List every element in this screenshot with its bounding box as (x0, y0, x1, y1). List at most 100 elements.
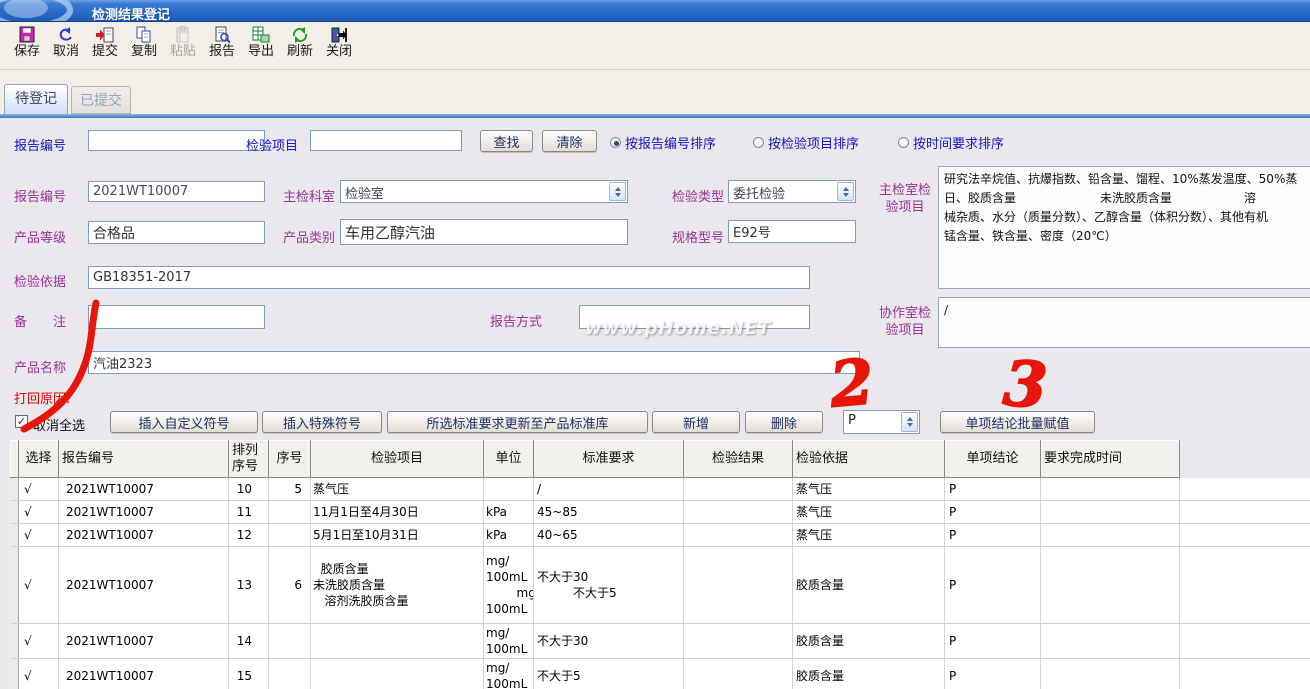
search-report-no-input[interactable] (88, 130, 265, 151)
cell-item[interactable]: 5月1日至10月31日 (311, 524, 484, 547)
cell-item[interactable] (311, 624, 484, 659)
cell-select[interactable]: √ (19, 478, 59, 501)
sort-by-time-radio[interactable]: 按时间要求排序 (898, 133, 1004, 152)
export-button[interactable]: 导出 (242, 24, 280, 68)
sort-by-item-radio[interactable]: 按检验项目排序 (753, 133, 859, 152)
product-grade-input[interactable] (88, 221, 265, 244)
cell-arrange_no[interactable]: 10 (229, 478, 269, 501)
cell-arrange_no[interactable]: 14 (229, 624, 269, 659)
cell-seq_no[interactable] (269, 524, 311, 547)
submit-button[interactable]: 提交 (86, 24, 124, 68)
cell-unit[interactable] (484, 478, 534, 501)
close-button[interactable]: 关闭 (320, 24, 358, 68)
cell-conclusion[interactable]: P (945, 524, 1041, 547)
cell-result[interactable] (684, 547, 793, 624)
column-header-select[interactable]: 选择 (19, 441, 59, 478)
cell-std_req[interactable]: 不大于5 (534, 659, 684, 689)
cell-select[interactable]: √ (19, 547, 59, 624)
cell-conclusion[interactable]: P (945, 547, 1041, 624)
cell-report_no[interactable]: 2021WT10007 (59, 547, 229, 624)
product-category-input[interactable] (340, 219, 628, 245)
table-row[interactable]: √2021WT1000714mg/ 100mL不大于30胶质含量P (11, 624, 1310, 659)
cell-select[interactable]: √ (19, 659, 59, 689)
radio-dot[interactable] (898, 137, 909, 148)
cell-basis[interactable]: 胶质含量 (793, 659, 945, 689)
add-button[interactable]: 新增 (652, 411, 740, 433)
cell-report_no[interactable]: 2021WT10007 (59, 524, 229, 547)
cell-result[interactable] (684, 501, 793, 524)
inspect-basis-input[interactable] (88, 266, 810, 289)
table-row[interactable]: √2021WT100071111月1日至4月30日kPa45~85蒸气压P (11, 501, 1310, 524)
column-header-std_req[interactable]: 标准要求 (534, 441, 684, 478)
cell-due[interactable] (1041, 547, 1180, 624)
cell-report_no[interactable]: 2021WT10007 (59, 501, 229, 524)
cancel-button[interactable]: 取消 (47, 24, 85, 68)
cell-seq_no[interactable]: 6 (269, 547, 311, 624)
cell-unit[interactable]: mg/ 100mL (484, 624, 534, 659)
inspect-type-combo[interactable]: 委托检验 (728, 180, 856, 203)
cell-select[interactable]: √ (19, 624, 59, 659)
cell-std_req[interactable]: 不大于30 不大于5 (534, 547, 684, 624)
cell-basis[interactable]: 蒸气压 (793, 478, 945, 501)
cell-std_req[interactable]: / (534, 478, 684, 501)
cell-arrange_no[interactable]: 11 (229, 501, 269, 524)
column-header-result[interactable]: 检验结果 (684, 441, 793, 478)
cell-seq_no[interactable] (269, 659, 311, 689)
conclusion-combo[interactable]: P (843, 410, 920, 434)
spinner-icon[interactable] (837, 182, 854, 201)
sort-by-report-no-radio[interactable]: 按报告编号排序 (610, 133, 716, 152)
cell-conclusion[interactable]: P (945, 659, 1041, 689)
search-item-input[interactable] (310, 130, 462, 151)
cell-std_req[interactable]: 40~65 (534, 524, 684, 547)
spinner-icon[interactable] (901, 412, 918, 432)
main-dept-combo[interactable]: 检验室 (340, 180, 628, 203)
cell-basis[interactable]: 蒸气压 (793, 524, 945, 547)
insert-custom-symbol-button[interactable]: 插入自定义符号 (110, 411, 258, 433)
cell-item[interactable] (311, 659, 484, 689)
cell-item[interactable]: 11月1日至4月30日 (311, 501, 484, 524)
column-header-unit[interactable]: 单位 (484, 441, 534, 478)
radio-dot[interactable] (753, 137, 764, 148)
column-header-basis[interactable]: 检验依据 (793, 441, 945, 478)
refresh-button[interactable]: 刷新 (281, 24, 319, 68)
cell-conclusion[interactable]: P (945, 478, 1041, 501)
cell-unit[interactable]: mg/ 100mL mg/ 100mL (484, 547, 534, 624)
tab-submitted[interactable]: 已提交 (71, 86, 131, 114)
cell-item[interactable]: 蒸气压 (311, 478, 484, 501)
cell-result[interactable] (684, 624, 793, 659)
cell-seq_no[interactable]: 5 (269, 478, 311, 501)
cell-seq_no[interactable] (269, 501, 311, 524)
cell-unit[interactable]: mg/ 100mL (484, 659, 534, 689)
column-header-conclusion[interactable]: 单项结论 (945, 441, 1041, 478)
cell-unit[interactable]: kPa (484, 524, 534, 547)
column-header-item[interactable]: 检验项目 (311, 441, 484, 478)
delete-button[interactable]: 删除 (745, 411, 823, 433)
cell-basis[interactable]: 胶质含量 (793, 624, 945, 659)
cell-unit[interactable]: kPa (484, 501, 534, 524)
cell-conclusion[interactable]: P (945, 624, 1041, 659)
cell-due[interactable] (1041, 624, 1180, 659)
column-header-arrange_no[interactable]: 排列 序号 (229, 441, 269, 478)
update-standard-button[interactable]: 所选标准要求更新至产品标准库 (387, 411, 648, 433)
cell-conclusion[interactable]: P (945, 501, 1041, 524)
cell-report_no[interactable]: 2021WT10007 (59, 478, 229, 501)
report-no-input[interactable] (88, 181, 265, 202)
column-header-report_no[interactable]: 报告编号 (59, 441, 229, 478)
cell-arrange_no[interactable]: 15 (229, 659, 269, 689)
cell-due[interactable] (1041, 478, 1180, 501)
uncheck-all-checkbox[interactable]: ✓ (15, 415, 28, 428)
cell-report_no[interactable]: 2021WT10007 (59, 659, 229, 689)
product-name-input[interactable] (88, 351, 860, 374)
cell-arrange_no[interactable]: 13 (229, 547, 269, 624)
cell-result[interactable] (684, 659, 793, 689)
cell-due[interactable] (1041, 524, 1180, 547)
batch-assign-button[interactable]: 单项结论批量赋值 (940, 411, 1095, 433)
report-button[interactable]: 报告 (203, 24, 241, 68)
cell-due[interactable] (1041, 501, 1180, 524)
copy-button[interactable]: 复制 (125, 24, 163, 68)
cell-select[interactable]: √ (19, 524, 59, 547)
table-row[interactable]: √2021WT1000715 mg/ 100mL不大于5 胶质含量P (11, 659, 1310, 689)
cell-arrange_no[interactable]: 12 (229, 524, 269, 547)
table-row[interactable]: √2021WT10007105蒸气压/蒸气压P (11, 478, 1310, 501)
cell-basis[interactable]: 蒸气压 (793, 501, 945, 524)
